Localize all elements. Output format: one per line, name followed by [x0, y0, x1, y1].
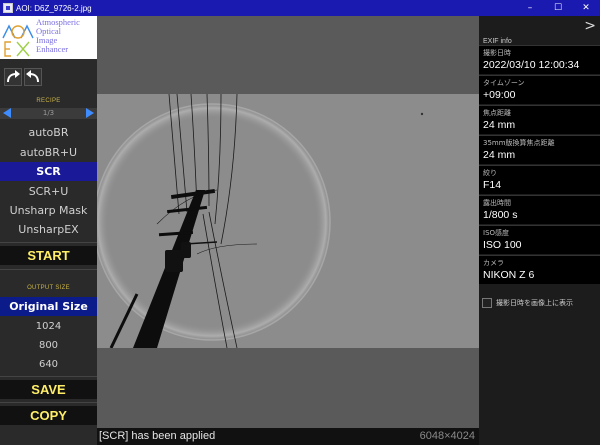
- exif-row-camera: カメラ NIKON Z 6: [479, 255, 600, 284]
- recipe-item-unsharpex[interactable]: UnsharpEX: [0, 220, 97, 239]
- app-window: AOI: D6Z_9726-2.jpg – ☐ ✕ Atmospheric Op…: [0, 0, 600, 445]
- exif-row-aperture: 絞り F14: [479, 165, 600, 194]
- recipe-item-autobr-u[interactable]: autoBR+U: [0, 143, 97, 162]
- window-title: AOI: D6Z_9726-2.jpg: [16, 3, 92, 13]
- undo-icon: [26, 70, 39, 83]
- divider: [0, 242, 97, 243]
- copy-button[interactable]: COPY: [0, 406, 97, 425]
- show-datetime-checkbox[interactable]: [482, 298, 492, 308]
- image-dimensions: 6048×4024: [419, 430, 475, 442]
- left-panel: Atmospheric Optical Image Enhancer RECIP: [0, 16, 97, 445]
- app-icon: [3, 3, 13, 13]
- processed-photo: [97, 94, 479, 348]
- minimize-button[interactable]: –: [516, 0, 544, 16]
- status-message: [SCR] has been applied: [99, 430, 216, 442]
- exif-panel: > EXIF info 撮影日時 2022/03/10 12:00:34 タイム…: [479, 16, 600, 445]
- logo-text: Atmospheric Optical Image Enhancer: [36, 17, 80, 54]
- maximize-button[interactable]: ☐: [544, 0, 572, 16]
- start-button[interactable]: START: [0, 246, 97, 265]
- save-button[interactable]: SAVE: [0, 380, 97, 399]
- image-viewer[interactable]: [97, 16, 479, 428]
- title-bar: AOI: D6Z_9726-2.jpg – ☐ ✕: [0, 0, 600, 16]
- exif-row-exposure: 露出時間 1/800 s: [479, 195, 600, 224]
- divider: [0, 376, 97, 377]
- next-recipe-arrow-icon[interactable]: [86, 108, 94, 118]
- aoi-logo-icon: [2, 24, 34, 57]
- exif-title: EXIF info: [483, 38, 512, 45]
- edit-toolbar: [0, 66, 97, 88]
- output-size-original[interactable]: Original Size: [0, 297, 97, 316]
- logo: Atmospheric Optical Image Enhancer: [0, 16, 97, 59]
- exif-row-timezone: タイムゾーン +09:00: [479, 75, 600, 104]
- exif-row-datetime: 撮影日時 2022/03/10 12:00:34: [479, 45, 600, 74]
- output-size-800[interactable]: 800: [0, 336, 97, 355]
- undo-button[interactable]: [24, 68, 42, 86]
- divider: [0, 402, 97, 403]
- output-size-section-label: OUTPUT SIZE: [27, 285, 70, 291]
- recipe-item-scr-u[interactable]: SCR+U: [0, 182, 97, 201]
- recipe-item-autobr[interactable]: autoBR: [0, 123, 97, 142]
- redo-icon: [7, 70, 20, 83]
- collapse-panel-icon[interactable]: >: [584, 18, 596, 34]
- exif-row-focal-length: 焦点距離 24 mm: [479, 105, 600, 134]
- exif-row-iso: ISO感度 ISO 100: [479, 225, 600, 254]
- close-button[interactable]: ✕: [572, 0, 600, 16]
- recipe-pager: 1/3: [0, 108, 97, 119]
- exif-row-35mm-focal-length: 35mm版換算焦点距離 24 mm: [479, 135, 600, 164]
- show-datetime-option[interactable]: 撮影日時を画像上に表示: [482, 297, 600, 309]
- show-datetime-label: 撮影日時を画像上に表示: [496, 299, 573, 307]
- recipe-page-indicator: 1/3: [42, 109, 55, 117]
- divider: [0, 269, 97, 270]
- redo-button[interactable]: [4, 68, 22, 86]
- output-size-640[interactable]: 640: [0, 355, 97, 374]
- recipe-item-scr[interactable]: SCR: [0, 162, 97, 181]
- recipe-section-label: RECIPE: [36, 98, 61, 104]
- recipe-item-unsharp-mask[interactable]: Unsharp Mask: [0, 201, 97, 220]
- output-size-1024[interactable]: 1024: [0, 317, 97, 336]
- status-bar: [SCR] has been applied 6048×4024: [97, 428, 479, 445]
